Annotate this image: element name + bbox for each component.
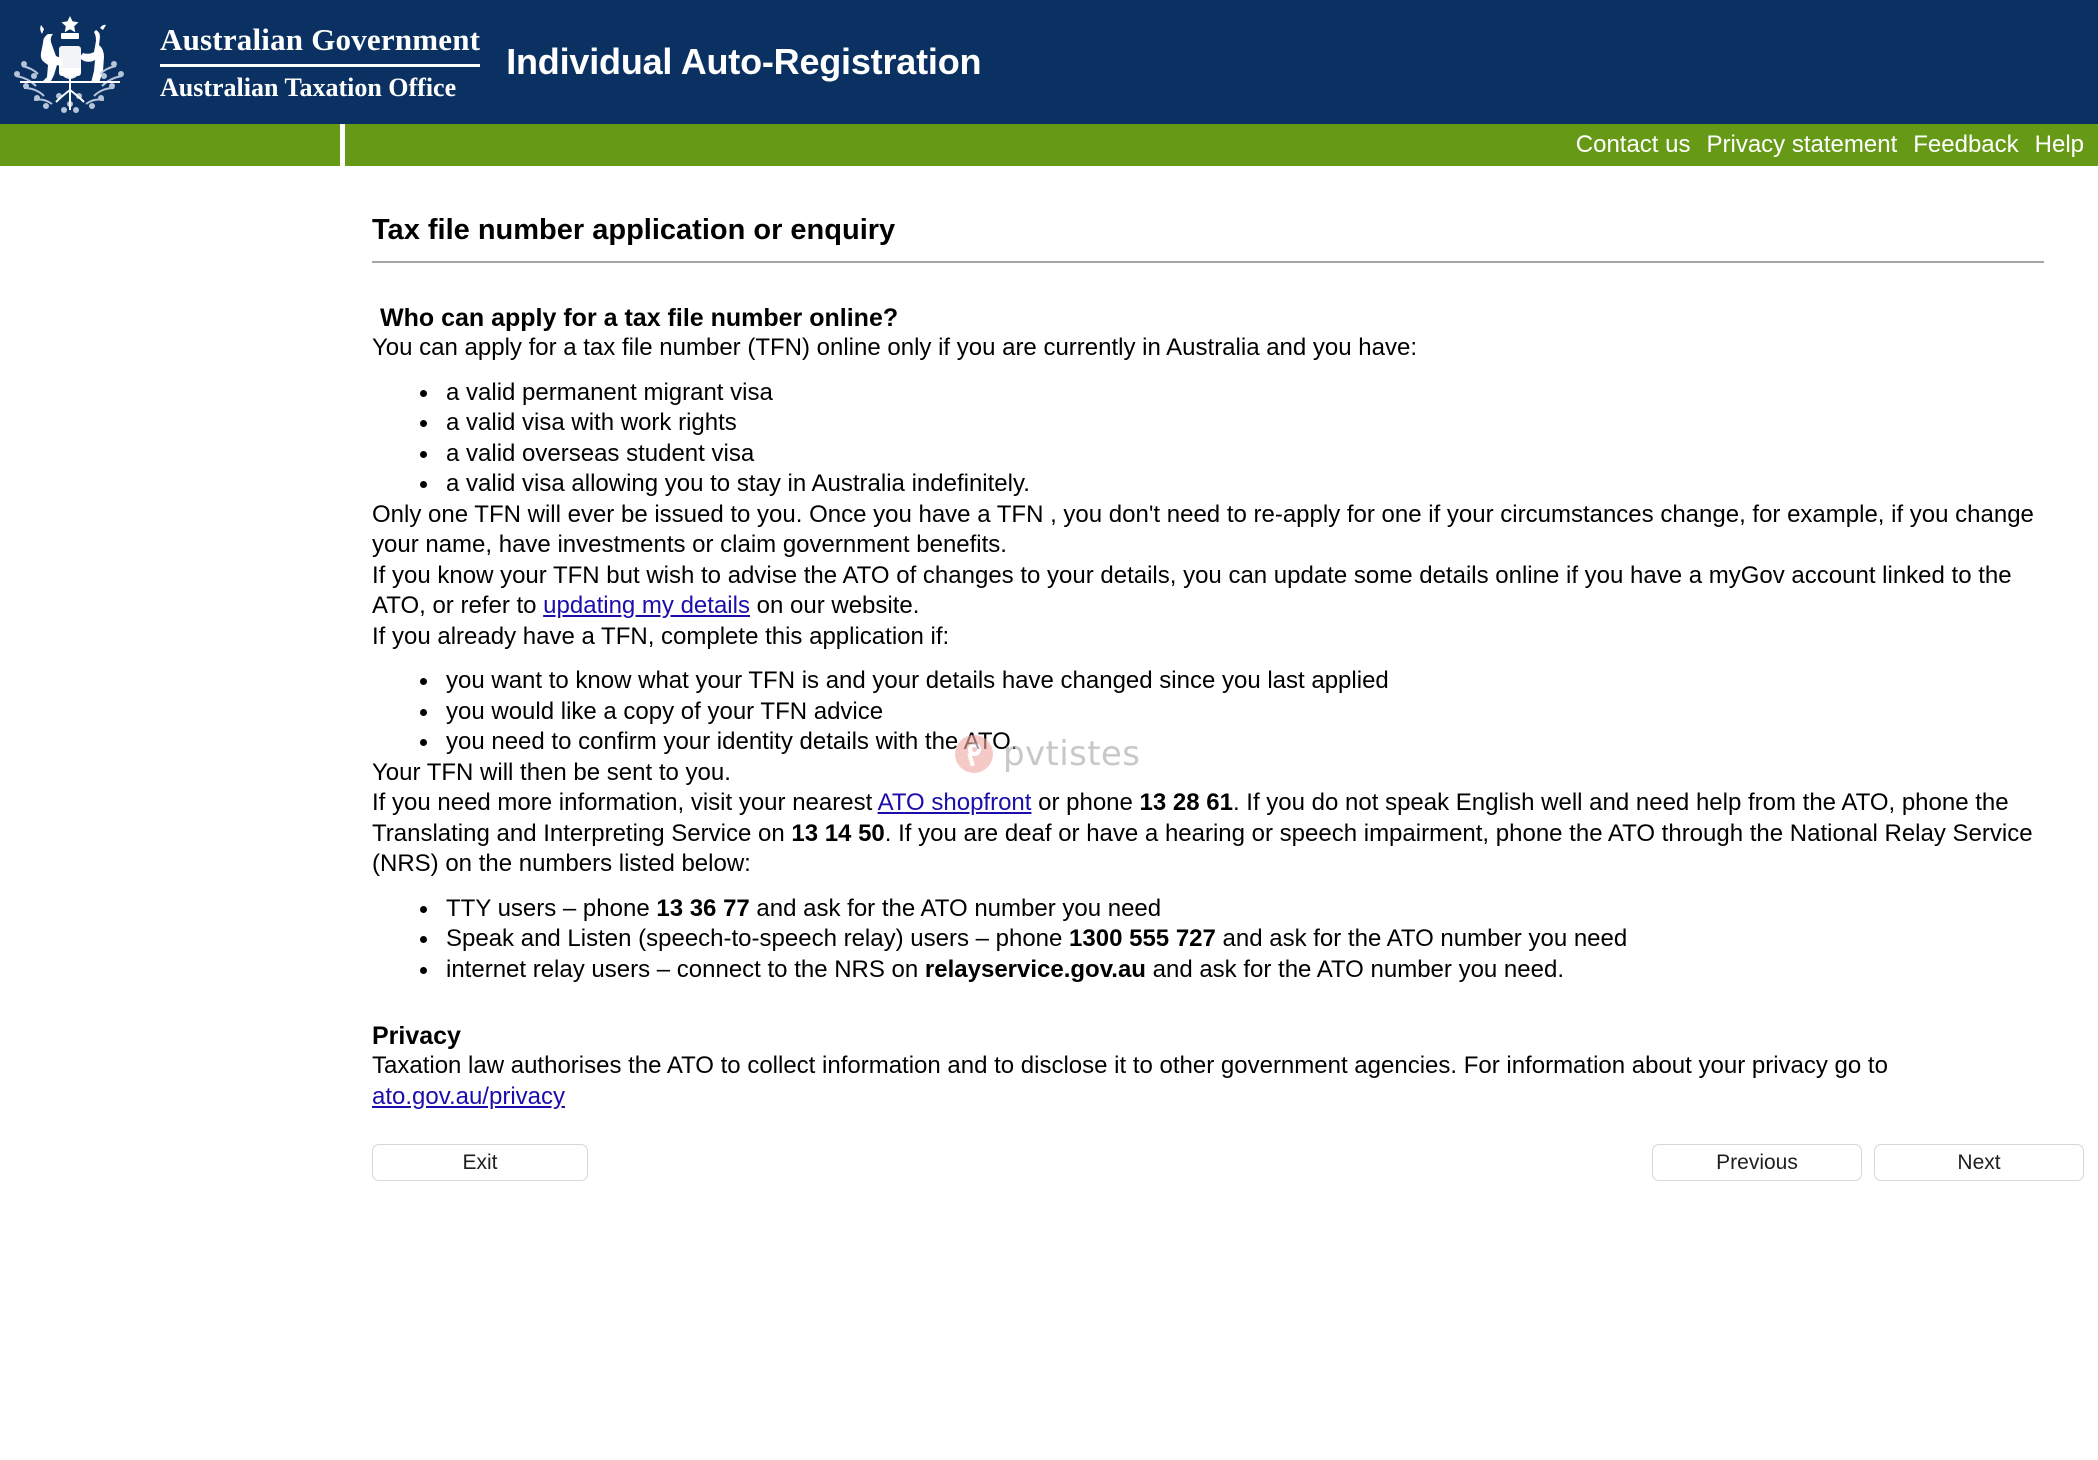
link-ato-privacy[interactable]: ato.gov.au/privacy <box>372 1083 565 1110</box>
relay-item-domain: relayservice.gov.au <box>924 955 1146 983</box>
relay-item-pre: internet relay users – connect to the NR… <box>446 955 925 983</box>
navigation-buttons: Previous Next <box>1652 1144 2084 1181</box>
main-content: Tax file number application or enquiry W… <box>0 213 2098 1181</box>
site-masthead: Australian Government Australian Taxatio… <box>0 0 2098 124</box>
paragraph-only-one-tfn: Only one TFN will ever be issued to you.… <box>372 500 2034 559</box>
intro-paragraph: You can apply for a tax file number (TFN… <box>372 334 1417 361</box>
phone-number-ato: 13 28 61 <box>1139 789 1233 816</box>
relay-item-post: and ask for the ATO number you need <box>1215 925 1628 952</box>
navbar-divider <box>340 124 345 166</box>
government-lockup: Australian Government Australian Taxatio… <box>160 21 481 104</box>
utility-navbar: Contact us Privacy statement Feedback He… <box>0 124 2098 166</box>
already-have-tfn-list: you want to know what your TFN is and yo… <box>372 666 2044 758</box>
section-heading-privacy: Privacy <box>372 1022 461 1050</box>
list-item: Speak and Listen (speech-to-speech relay… <box>440 924 2044 955</box>
relay-item-pre: Speak and Listen (speech-to-speech relay… <box>446 925 1070 952</box>
section-heading-who-can-apply: Who can apply for a tax file number onli… <box>380 304 899 332</box>
phone-number-tis: 13 14 50 <box>791 819 885 847</box>
exit-button[interactable]: Exit <box>372 1144 588 1181</box>
australian-taxation-office-text: Australian Taxation Office <box>160 72 457 102</box>
relay-item-pre: TTY users – phone <box>446 894 657 922</box>
paragraph-already-have-tfn: If you already have a TFN, complete this… <box>372 622 950 650</box>
more-info-part1: If you need more information, visit your… <box>372 789 878 816</box>
paragraph-more-information: If you need more information, visit your… <box>372 788 2044 880</box>
paragraph-tfn-will-be-sent: Your TFN will then be sent to you. <box>372 758 731 786</box>
nav-link-privacy-statement[interactable]: Privacy statement <box>1707 132 1898 158</box>
australian-coat-of-arms-icon <box>14 16 124 113</box>
nav-link-contact-us[interactable]: Contact us <box>1576 132 1691 158</box>
nav-link-help[interactable]: Help <box>2035 132 2084 158</box>
lockup-divider <box>160 63 481 67</box>
list-item: internet relay users – connect to the NR… <box>440 955 2044 986</box>
previous-button[interactable]: Previous <box>1652 1144 1862 1181</box>
more-info-part2: or phone <box>1031 789 1140 816</box>
list-item: you would like a copy of your TFN advice <box>440 697 2044 728</box>
nav-link-feedback[interactable]: Feedback <box>1913 132 2018 158</box>
paragraph-privacy: Taxation law authorises the ATO to colle… <box>372 1051 2044 1112</box>
list-item: you need to confirm your identity detail… <box>440 727 2044 758</box>
title-divider <box>372 261 2044 263</box>
eligibility-list: a valid permanent migrant visa a valid v… <box>372 378 2044 500</box>
list-item: a valid overseas student visa <box>440 439 2044 470</box>
link-ato-shopfront[interactable]: ATO shopfront <box>878 789 1032 816</box>
page-title: Tax file number application or enquiry <box>372 214 896 246</box>
list-item: you want to know what your TFN is and yo… <box>440 666 2044 697</box>
relay-item-number: 1300 555 727 <box>1069 925 1216 952</box>
navbar-links: Contact us Privacy statement Feedback He… <box>1576 132 2098 158</box>
relay-service-list: TTY users – phone 13 36 77 and ask for t… <box>372 894 2044 986</box>
privacy-text: Taxation law authorises the ATO to colle… <box>372 1052 1888 1079</box>
relay-item-post: and ask for the ATO number you need <box>749 894 1162 922</box>
list-item: a valid visa with work rights <box>440 408 2044 439</box>
page-app-title: Individual Auto-Registration <box>506 41 982 82</box>
list-item: a valid permanent migrant visa <box>440 378 2044 409</box>
relay-item-number: 13 36 77 <box>656 894 750 922</box>
know-tfn-text-part2: on our website. <box>749 592 920 619</box>
paragraph-know-your-tfn: If you know your TFN but wish to advise … <box>372 561 2044 622</box>
list-item: TTY users – phone 13 36 77 and ask for t… <box>440 894 2044 925</box>
list-item: a valid visa allowing you to stay in Aus… <box>440 469 2044 500</box>
link-updating-my-details[interactable]: updating my details <box>543 592 750 619</box>
next-button[interactable]: Next <box>1874 1144 2084 1181</box>
form-button-row: Exit Previous Next <box>372 1144 2084 1181</box>
australian-government-text: Australian Government <box>160 21 481 57</box>
relay-item-post: and ask for the ATO number you need. <box>1145 955 1564 983</box>
